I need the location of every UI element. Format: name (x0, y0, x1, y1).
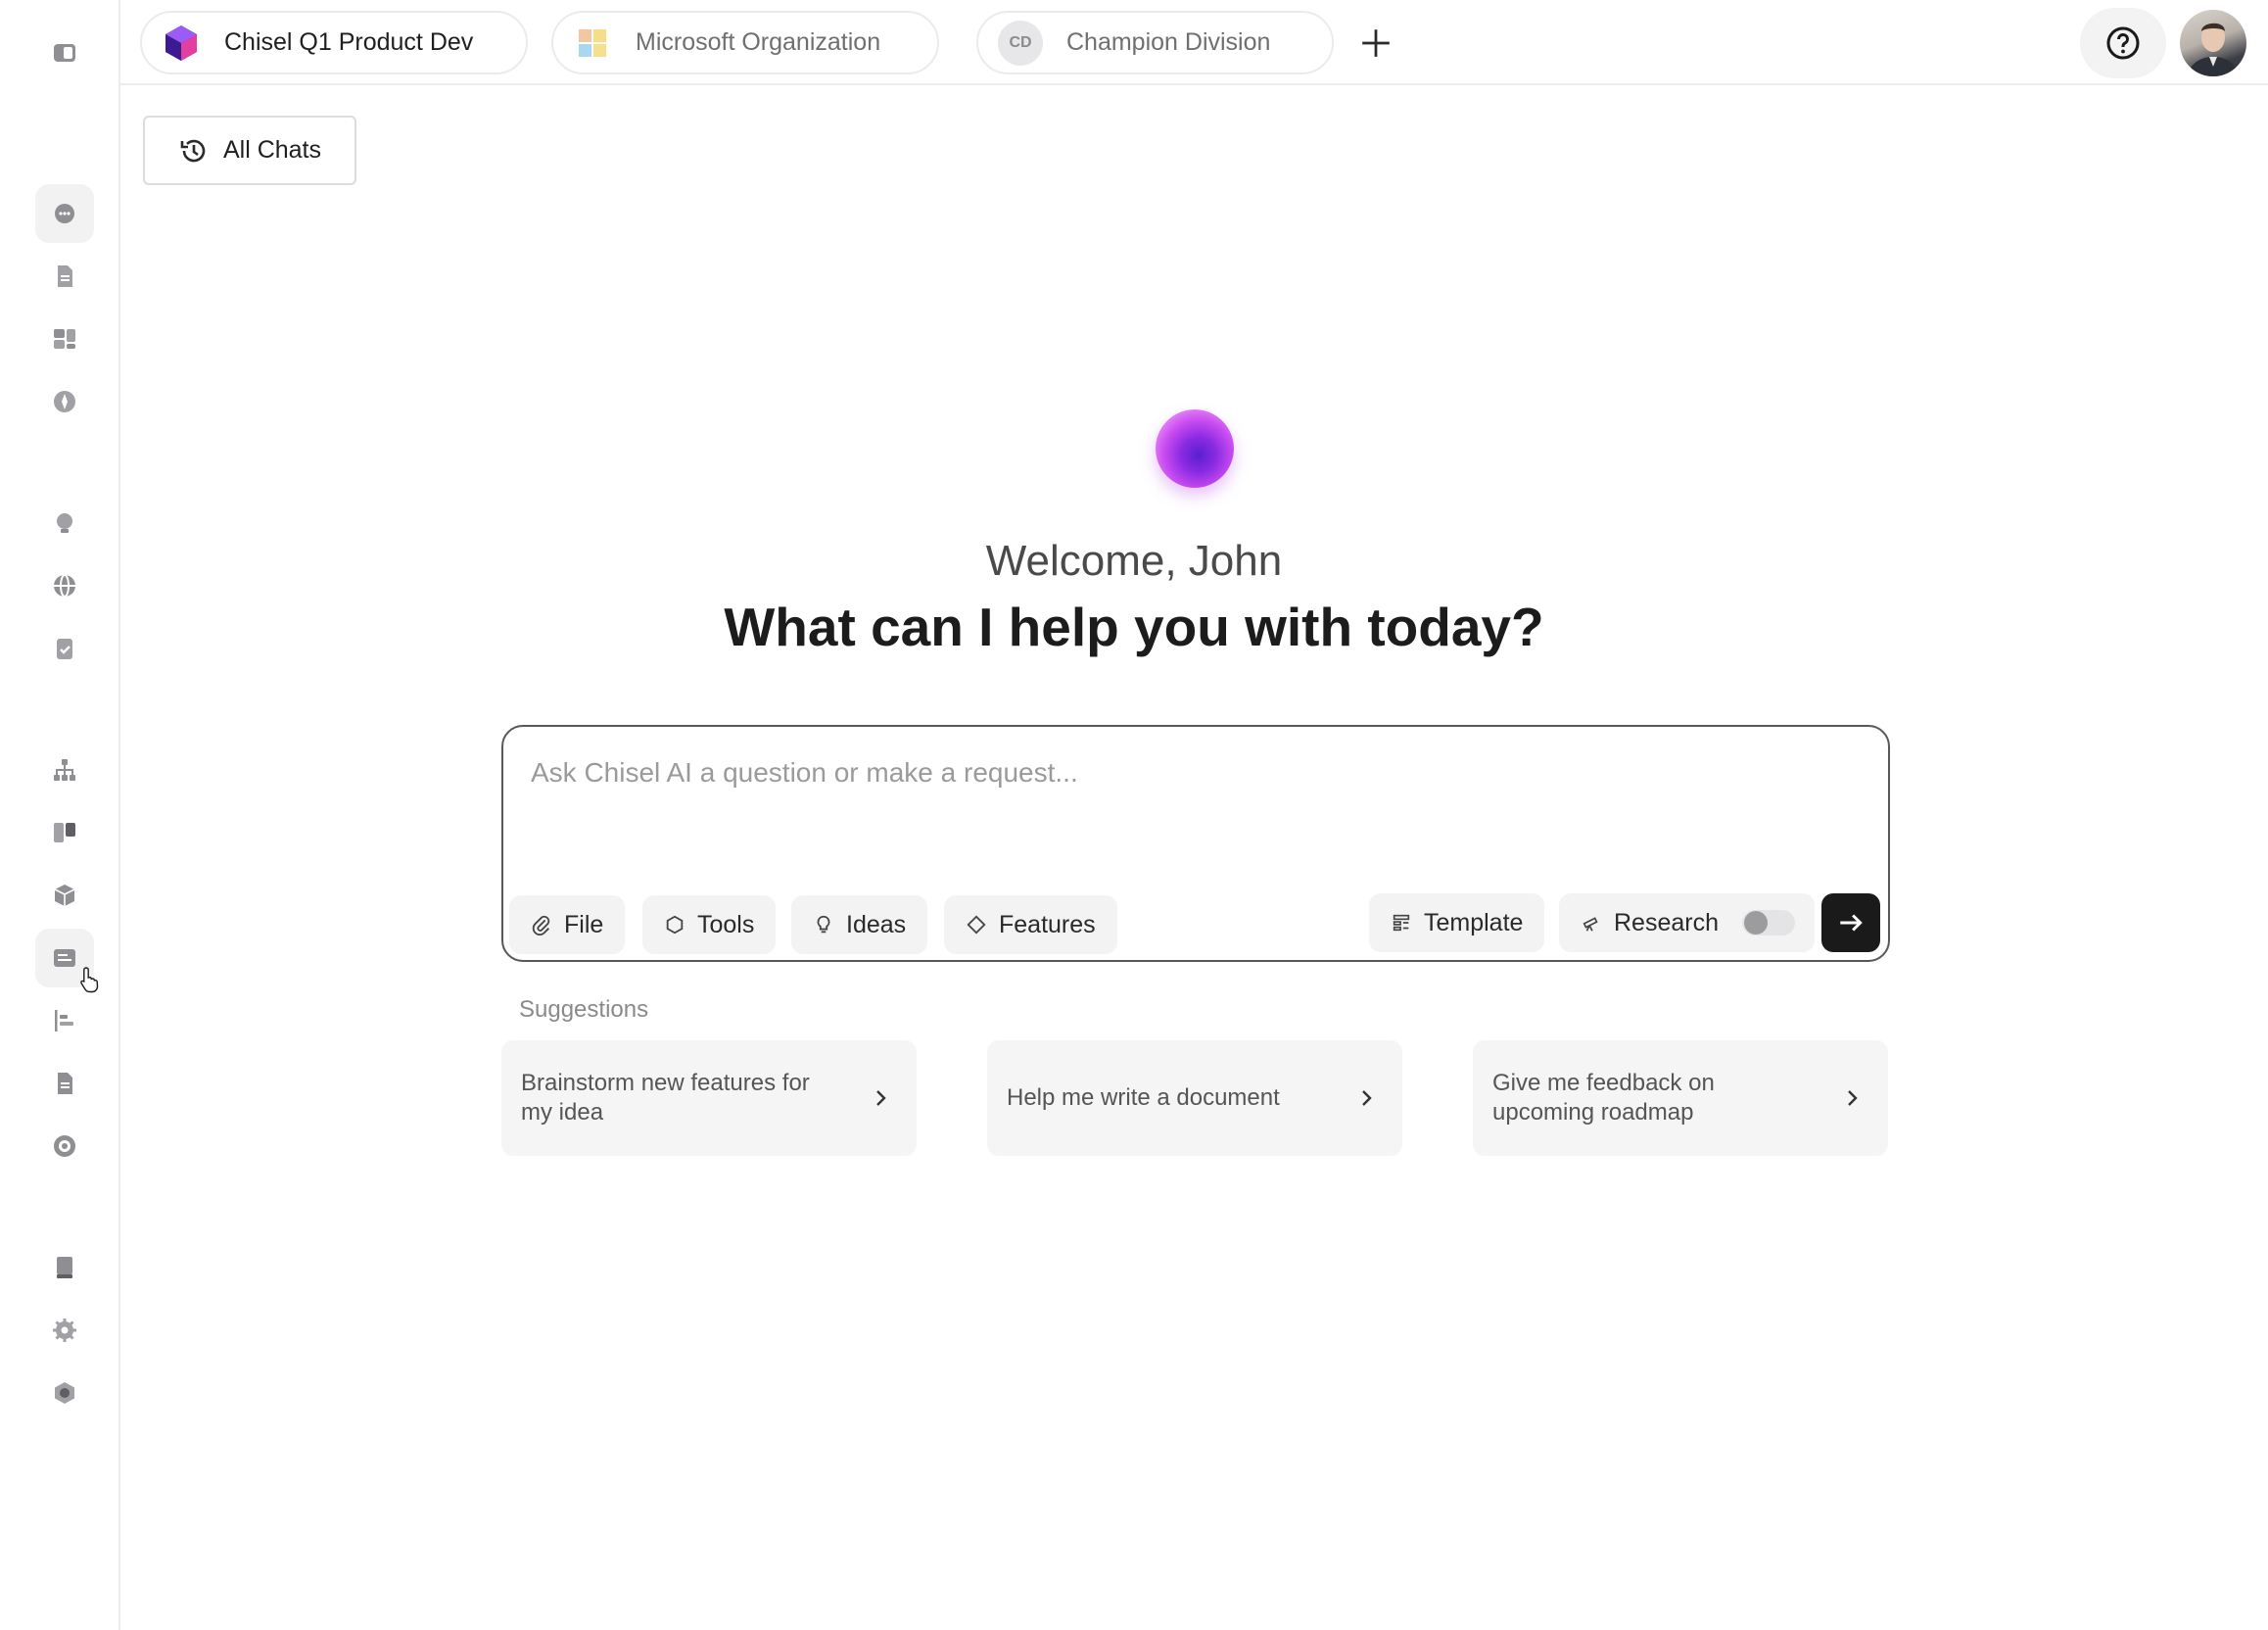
sidebar-item-timeline[interactable] (35, 991, 94, 1050)
research-toggle-button[interactable]: Research (1559, 893, 1815, 952)
sidebar-item-explore[interactable] (35, 372, 94, 431)
sidebar-item-board[interactable] (35, 803, 94, 862)
microsoft-logo-icon (573, 24, 612, 63)
workspace-tab-champion[interactable]: CD Champion Division (976, 11, 1334, 74)
document-icon (58, 265, 72, 287)
diamond-outline-icon (967, 915, 986, 935)
sidebar-item-settings[interactable] (35, 1301, 94, 1360)
arrow-right-icon (1840, 914, 1863, 932)
hexagon-icon (55, 1382, 74, 1404)
features-label: Features (999, 910, 1096, 938)
hierarchy-icon (54, 759, 75, 781)
hand-cursor-icon (80, 967, 99, 993)
chevron-right-icon (1848, 1090, 1858, 1106)
sidebar-item-chat[interactable] (35, 184, 94, 243)
top-bar: Chisel Q1 Product Dev Microsoft Organiza… (120, 0, 2268, 85)
dashboard-icon (54, 329, 75, 349)
add-workspace-button[interactable] (1354, 22, 1397, 65)
chisel-logo-icon (162, 24, 201, 63)
template-button[interactable]: Template (1369, 893, 1545, 952)
sidebar-item-documents[interactable] (35, 247, 94, 306)
lightbulb-outline-icon (817, 915, 830, 934)
send-button[interactable] (1821, 893, 1880, 952)
sidebar-item-products[interactable] (35, 866, 94, 925)
suggestion-text: Help me write a document (1007, 1084, 1280, 1111)
research-label: Research (1614, 908, 1719, 936)
sidebar-toggle-button[interactable] (35, 24, 94, 82)
workspace-initials-avatar: CD (998, 20, 1043, 66)
left-sidebar (0, 0, 120, 1630)
chat-bubble-icon (55, 204, 74, 223)
chevron-right-icon (876, 1090, 886, 1106)
suggestion-card[interactable]: Brainstorm new features for my idea (501, 1040, 917, 1156)
plus-icon (1362, 29, 1390, 57)
hexagon-outline-icon (666, 915, 684, 935)
telescope-icon (1583, 917, 1598, 932)
file-label: File (564, 910, 604, 938)
sidebar-item-reports[interactable] (35, 1054, 94, 1113)
roadmap-list-icon (54, 949, 75, 967)
tools-label: Tools (697, 910, 755, 938)
chevron-right-icon (1362, 1090, 1372, 1106)
ai-orb-logo (1156, 409, 1234, 488)
ideas-button[interactable]: Ideas (791, 895, 928, 954)
board-icon (54, 823, 75, 842)
gear-icon (53, 1318, 76, 1342)
suggestion-text: Give me feedback on upcoming roadmap (1492, 1070, 1715, 1126)
ideas-label: Ideas (846, 910, 907, 938)
workspace-tab-microsoft[interactable]: Microsoft Organization (551, 11, 939, 74)
template-icon (1393, 914, 1410, 932)
all-chats-label: All Chats (222, 136, 322, 164)
history-icon (180, 139, 206, 162)
workspace-tab-chisel[interactable]: Chisel Q1 Product Dev (140, 11, 528, 74)
prompt-input[interactable] (531, 748, 1804, 797)
lightbulb-icon (57, 513, 72, 533)
sidebar-item-integrations[interactable] (35, 1364, 94, 1422)
features-button[interactable]: Features (944, 895, 1117, 954)
help-circle-icon (2106, 26, 2140, 60)
tools-button[interactable]: Tools (642, 895, 777, 954)
workspace-tab-label: Champion Division (1066, 28, 1271, 56)
timeline-icon (55, 1010, 73, 1031)
template-label: Template (1424, 908, 1524, 936)
suggestion-card[interactable]: Give me feedback on upcoming roadmap (1473, 1040, 1888, 1156)
sidebar-item-dashboard[interactable] (35, 310, 94, 368)
suggestions-heading: Suggestions (519, 996, 649, 1023)
user-photo-icon (2188, 23, 2239, 76)
sidebar-item-library[interactable] (35, 1238, 94, 1297)
cube-icon (54, 885, 75, 906)
paperclip-icon (532, 915, 550, 935)
sidebar-item-goals[interactable] (35, 1117, 94, 1175)
research-toggle-switch[interactable] (1742, 910, 1795, 935)
all-chats-button[interactable]: All Chats (143, 116, 356, 185)
help-button[interactable] (2080, 8, 2166, 78)
suggestion-text: Brainstorm new features for my idea (521, 1070, 810, 1126)
target-icon (54, 1135, 75, 1157)
attach-file-button[interactable]: File (509, 895, 626, 954)
suggestion-card[interactable]: Help me write a document (987, 1040, 1402, 1156)
chat-composer: File Tools Ideas Features Template Resea… (501, 725, 1890, 962)
book-icon (57, 1257, 72, 1278)
compass-icon (54, 391, 75, 412)
user-avatar[interactable] (2180, 10, 2246, 76)
welcome-greeting: Welcome, John (985, 537, 1283, 585)
workspace-tab-label: Chisel Q1 Product Dev (224, 28, 474, 56)
report-icon (58, 1073, 72, 1094)
sidebar-panel-icon (54, 44, 75, 62)
page-title: What can I help you with today? (724, 597, 1544, 657)
workspace-tab-label: Microsoft Organization (636, 28, 881, 56)
sidebar-item-hierarchy[interactable] (35, 741, 94, 799)
